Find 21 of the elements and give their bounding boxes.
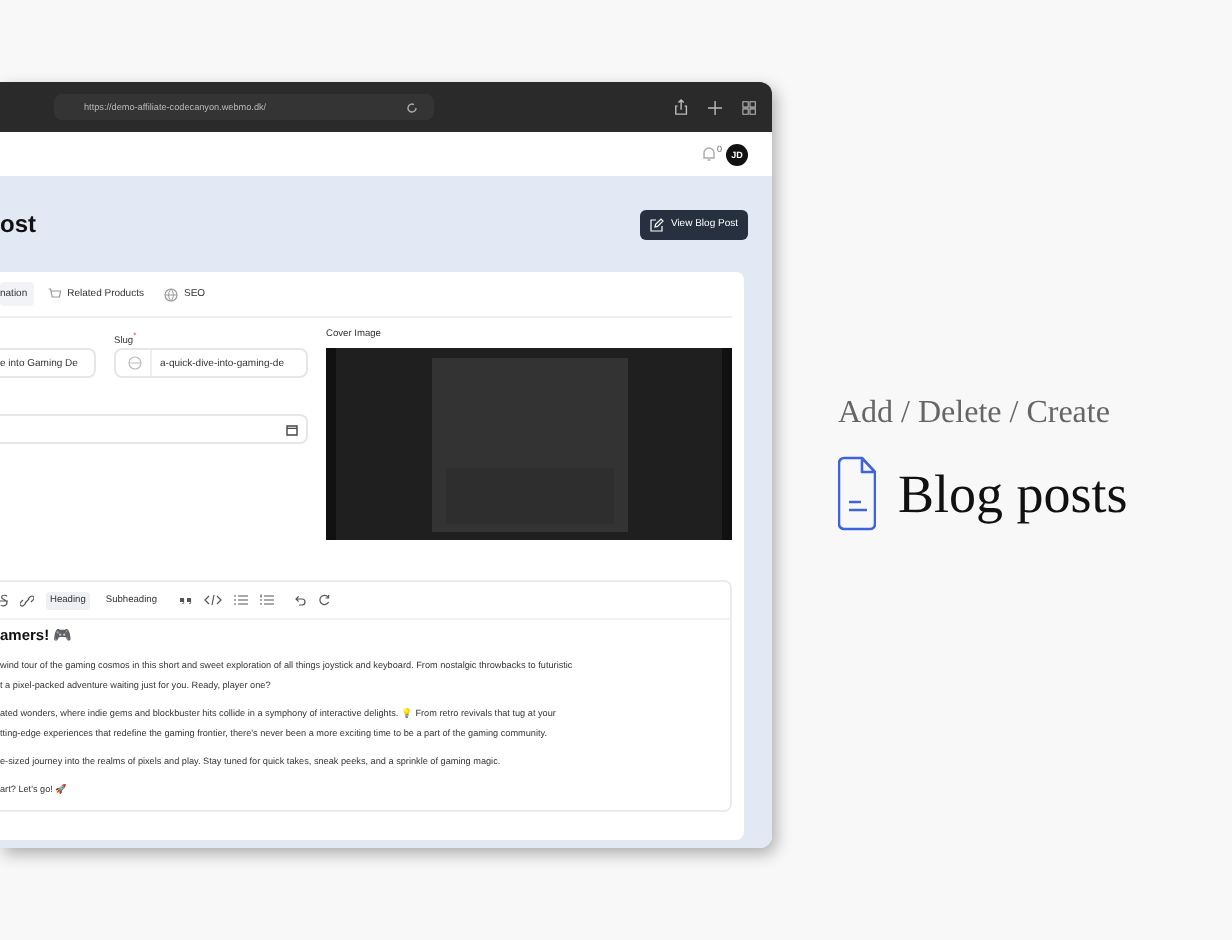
redo-icon[interactable] xyxy=(318,594,331,606)
promo-subtitle: Add / Delete / Create xyxy=(838,396,1112,432)
page-title: ost xyxy=(0,210,36,238)
calendar-icon xyxy=(286,423,298,435)
quote-icon[interactable] xyxy=(180,596,193,604)
reload-icon[interactable] xyxy=(405,101,418,113)
tabs-grid-icon[interactable] xyxy=(741,99,756,115)
plus-icon[interactable] xyxy=(707,99,722,115)
strikethrough-icon[interactable] xyxy=(0,593,8,607)
code-icon[interactable] xyxy=(204,594,223,606)
share-icon[interactable] xyxy=(673,98,688,116)
link-icon[interactable] xyxy=(20,593,34,607)
cart-icon xyxy=(47,287,62,301)
globe-icon xyxy=(128,356,142,370)
promo-title: Blog posts xyxy=(898,463,1128,525)
edit-icon xyxy=(650,217,665,231)
undo-icon[interactable] xyxy=(294,594,307,606)
date-field[interactable] xyxy=(0,414,308,444)
globe-icon xyxy=(163,287,178,301)
document-icon xyxy=(838,456,876,532)
rich-text-editor[interactable] xyxy=(0,580,732,812)
